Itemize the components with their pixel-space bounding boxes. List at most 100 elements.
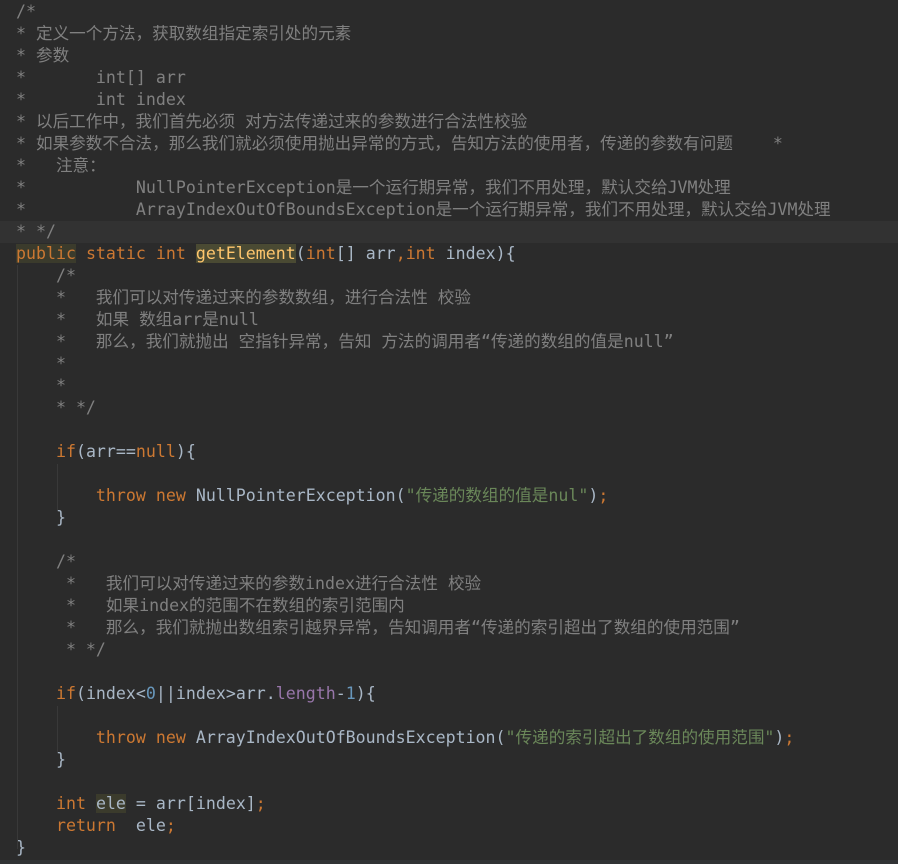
indent-guide [57,464,58,510]
code-token: * 定义一个方法，获取数组指定索引处的元素 [16,24,352,43]
code-editor[interactable]: /* * 定义一个方法，获取数组指定索引处的元素 * 参数 * int[] arr * … [0,1,898,859]
code-token: int [305,244,336,263]
code-line[interactable]: * [0,375,898,397]
code-token: getElement [195,244,296,263]
code-line[interactable]: * 如果 数组arr是null [0,309,898,331]
code-line[interactable]: } [0,507,898,529]
code-line[interactable]: * 我们可以对传递过来的参数index进行合法性 校验 [0,573,898,595]
code-token: [] arr [335,244,396,263]
code-token: ; [598,486,609,505]
code-token: * 如果index的范围不在数组的索引范围内 [16,596,405,615]
code-token: "传递的索引超出了数组的使用范围" [505,728,775,747]
code-line[interactable]: * 参数 [0,45,898,67]
code-line[interactable]: * 我们可以对传递过来的参数数组，进行合法性 校验 [0,287,898,309]
code-line[interactable]: * int index [0,89,898,111]
code-token: /* [16,266,76,285]
code-line[interactable]: * 如果参数不合法，那么我们就必须使用抛出异常的方式，告知方法的使用者，传递的参… [0,133,898,155]
code-line[interactable] [0,771,898,793]
code-token: ; [784,728,795,747]
code-token: * [16,354,66,373]
code-token: * int[] arr [16,68,186,87]
code-token: int [405,244,436,263]
code-line[interactable]: * 注意： [0,155,898,177]
code-token: int [16,794,96,813]
code-line[interactable]: * */ [0,221,898,243]
code-token: ; [165,816,176,835]
code-token: * NullPointerException是一个运行期异常，我们不用处理，默认… [16,178,731,197]
code-token: * 以后工作中，我们首先必须 对方法传递过来的参数进行合法性校验 [16,112,528,131]
code-token: public [16,244,76,263]
code-line[interactable] [0,661,898,683]
code-token: * 如果参数不合法，那么我们就必须使用抛出异常的方式，告知方法的使用者，传递的参… [16,134,783,153]
code-token: 1 [345,684,356,703]
code-token: , [395,244,406,263]
code-line[interactable]: } [0,749,898,771]
code-line[interactable]: * 那么，我们就抛出数组索引越界异常，告知调用者“传递的索引超出了数组的使用范围… [0,617,898,639]
code-token: index){ [435,244,516,263]
code-line[interactable] [0,463,898,485]
code-line[interactable]: * */ [0,639,898,661]
code-token: = arr[index] [125,794,256,813]
code-token: ) [774,728,785,747]
code-token: (arr== [75,442,136,461]
code-line[interactable]: if(index<0||index>arr.length-1){ [0,683,898,705]
code-token: * */ [16,640,106,659]
code-line[interactable] [0,529,898,551]
code-line[interactable]: throw new ArrayIndexOutOfBoundsException… [0,727,898,749]
code-token: * ArrayIndexOutOfBoundsException是一个运行期异常… [16,200,831,219]
code-token: ) [588,486,599,505]
code-token: * 我们可以对传递过来的参数index进行合法性 校验 [16,574,482,593]
code-line[interactable]: * ArrayIndexOutOfBoundsException是一个运行期异常… [0,199,898,221]
code-token: throw new [16,486,196,505]
code-line[interactable]: return ele; [0,815,898,837]
code-token: 0 [145,684,156,703]
code-line[interactable]: * 以后工作中，我们首先必须 对方法传递过来的参数进行合法性校验 [0,111,898,133]
code-line[interactable] [0,705,898,727]
code-token: * 如果 数组arr是null [16,310,259,329]
code-line[interactable]: /* [0,1,898,23]
code-token: * int index [16,90,186,109]
code-token: * */ [16,398,96,417]
code-token: if [16,442,76,461]
code-line[interactable] [0,419,898,441]
code-token: if [16,684,76,703]
horizontal-scrollbar[interactable] [0,860,898,864]
code-token: ||index>arr. [155,684,276,703]
code-line[interactable]: * NullPointerException是一个运行期异常，我们不用处理，默认… [0,177,898,199]
code-token: ){ [175,442,196,461]
code-line[interactable]: throw new NullPointerException("传递的数组的值是… [0,485,898,507]
code-line[interactable]: * 如果index的范围不在数组的索引范围内 [0,595,898,617]
code-token: * 那么，我们就抛出 空指针异常，告知 方法的调用者“传递的数组的值是null” [16,332,674,351]
code-line[interactable]: if(arr==null){ [0,441,898,463]
code-line[interactable]: /* [0,265,898,287]
code-token: ArrayIndexOutOfBoundsException( [195,728,506,747]
code-token: * */ [16,222,56,241]
code-token: } [16,508,66,527]
code-token: ele [95,794,126,813]
code-token: * 参数 [16,46,70,65]
code-token: * 我们可以对传递过来的参数数组，进行合法性 校验 [16,288,471,307]
code-line[interactable]: * int[] arr [0,67,898,89]
code-token: } [16,750,66,769]
code-line[interactable]: * [0,353,898,375]
code-token: ele [135,816,166,835]
code-token: length [275,684,336,703]
code-token: static int [75,244,196,263]
code-line[interactable]: public static int getElement(int[] arr,i… [0,243,898,265]
code-token: - [335,684,346,703]
code-line[interactable]: int ele = arr[index]; [0,793,898,815]
code-line[interactable]: } [0,837,898,859]
code-token: ( [295,244,306,263]
code-token: * 那么，我们就抛出数组索引越界异常，告知调用者“传递的索引超出了数组的使用范围… [16,618,740,637]
code-token: ){ [355,684,376,703]
code-token: * 注意： [16,156,106,175]
code-line[interactable]: /* [0,551,898,573]
code-token: null [135,442,176,461]
code-line[interactable]: * */ [0,397,898,419]
code-line[interactable]: * 定义一个方法，获取数组指定索引处的元素 [0,23,898,45]
code-token: /* [16,2,36,21]
code-token: throw new [16,728,196,747]
code-token: (index< [75,684,146,703]
code-token: return [16,816,136,835]
code-line[interactable]: * 那么，我们就抛出 空指针异常，告知 方法的调用者“传递的数组的值是null” [0,331,898,353]
